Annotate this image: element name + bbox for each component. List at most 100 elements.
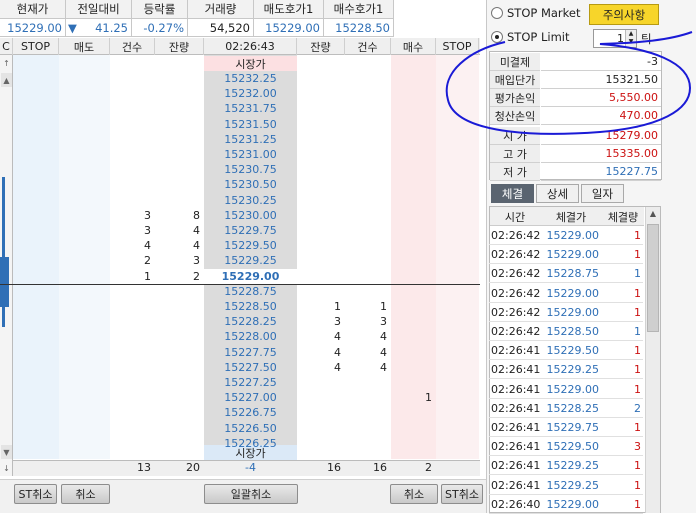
- price-cell[interactable]: 15231.00: [204, 147, 297, 162]
- price-cell[interactable]: 15231.75: [204, 101, 297, 116]
- trade-qty: 1: [634, 248, 641, 262]
- price-cell[interactable]: 15228.25: [204, 314, 297, 329]
- buy-order-cell[interactable]: [391, 193, 436, 208]
- trade-price: 15229.00: [546, 382, 600, 396]
- buy-order-cell[interactable]: [391, 86, 436, 101]
- buy-order-cell[interactable]: [391, 147, 436, 162]
- cancel-left-button[interactable]: 취소: [61, 484, 110, 504]
- stepper-down-icon[interactable]: ▼: [625, 38, 636, 47]
- buy-order-cell[interactable]: [391, 269, 436, 284]
- price-cell[interactable]: 15227.50: [204, 360, 297, 375]
- price-cell[interactable]: 15232.00: [204, 86, 297, 101]
- ask-qty-cell: [155, 117, 204, 132]
- price-cell[interactable]: 15230.25: [204, 193, 297, 208]
- buy-order-cell[interactable]: [391, 375, 436, 390]
- price-cell[interactable]: 15231.25: [204, 132, 297, 147]
- buy-order-cell[interactable]: [391, 405, 436, 420]
- ask1-value: 15229.00: [254, 19, 324, 37]
- tab-daily[interactable]: 일자: [581, 184, 624, 203]
- st-cancel-left-button[interactable]: ST취소: [14, 484, 57, 504]
- sell-stop-column[interactable]: [13, 55, 59, 459]
- buy-order-cell[interactable]: [391, 132, 436, 147]
- change-value: 41.25: [95, 20, 128, 35]
- current-price: 15229.00: [0, 19, 66, 37]
- stop-limit-radio[interactable]: [491, 31, 503, 43]
- cancel-right-button[interactable]: 취소: [390, 484, 438, 504]
- buy-order-cell[interactable]: [391, 162, 436, 177]
- price-cell[interactable]: 15226.25: [204, 436, 297, 451]
- trade-qty: 1: [634, 229, 641, 242]
- stepper-up-icon[interactable]: ▲: [625, 30, 636, 38]
- price-cell[interactable]: 15227.25: [204, 375, 297, 390]
- trade-row: 02:26:41 15229.25 1: [489, 360, 643, 380]
- trade-price: 15228.50: [546, 325, 600, 338]
- price-cell[interactable]: 15231.50: [204, 117, 297, 132]
- bid-qty-cell: [297, 253, 345, 268]
- buy-order-cell[interactable]: [391, 223, 436, 238]
- buy-order-cell[interactable]: [391, 345, 436, 360]
- cancel-all-button[interactable]: 일괄취소: [204, 484, 298, 504]
- ask-qty-cell: [155, 421, 204, 436]
- price-cell[interactable]: 15232.25: [204, 71, 297, 86]
- st-cancel-right-button[interactable]: ST취소: [441, 484, 483, 504]
- price-cell[interactable]: 15230.50: [204, 177, 297, 192]
- ask-qty-cell: [155, 360, 204, 375]
- buy-order-cell[interactable]: [391, 360, 436, 375]
- buy-order-cell[interactable]: [391, 299, 436, 314]
- price-cell[interactable]: 15228.50: [204, 299, 297, 314]
- price-cell[interactable]: 15228.00: [204, 329, 297, 344]
- price-cell[interactable]: 15229.50: [204, 238, 297, 253]
- price-cell[interactable]: 15230.00: [204, 208, 297, 223]
- buy-order-cell[interactable]: [391, 284, 436, 299]
- ask-qty-cell: 2: [193, 270, 200, 283]
- buy-order-cell[interactable]: [391, 253, 436, 268]
- tab-executions[interactable]: 체결: [491, 184, 534, 203]
- ask-qty-cell: [155, 193, 204, 208]
- ask-count-cell: [110, 132, 155, 147]
- price-cell[interactable]: 15229.00: [204, 269, 297, 284]
- scroll-up-arrow-icon[interactable]: ▲: [1, 73, 12, 87]
- price-cell[interactable]: 15229.25: [204, 253, 297, 268]
- price-cell[interactable]: 15228.75: [204, 284, 297, 299]
- buy-stop-column[interactable]: [436, 55, 479, 459]
- bid-ask-divider: [0, 284, 480, 285]
- buy-order-cell[interactable]: [391, 421, 436, 436]
- price-cell[interactable]: 15227.75: [204, 345, 297, 360]
- buy-order-cell[interactable]: [391, 177, 436, 192]
- trade-row: 02:26:42 15229.00 1: [489, 245, 643, 265]
- buy-order-cell[interactable]: [391, 436, 436, 451]
- trades-scrollbar[interactable]: ▲: [645, 207, 660, 513]
- position-label: 미결제: [490, 53, 540, 71]
- buy-order-cell[interactable]: [391, 314, 436, 329]
- buy-order-cell[interactable]: [391, 238, 436, 253]
- buy-order-cell[interactable]: [391, 71, 436, 86]
- caution-button[interactable]: 주의사항: [589, 4, 659, 25]
- bid-qty-cell: 4: [334, 330, 341, 343]
- scroll-down-icon[interactable]: ↓: [1, 461, 12, 475]
- tick-stepper[interactable]: 1 ▲ ▼: [593, 29, 637, 48]
- bid-qty-cell: [297, 71, 345, 86]
- change-rate: -0.27%: [132, 19, 188, 37]
- stop-market-radio[interactable]: [491, 7, 503, 19]
- price-cell[interactable]: 15229.75: [204, 223, 297, 238]
- price-cell[interactable]: 15226.75: [204, 405, 297, 420]
- price-cell[interactable]: 15226.50: [204, 421, 297, 436]
- trade-qty: 1: [634, 421, 641, 434]
- tab-detail[interactable]: 상세: [536, 184, 579, 203]
- trade-qty: 2: [634, 401, 641, 415]
- buy-order-cell[interactable]: [391, 101, 436, 116]
- sell-order-column[interactable]: [59, 55, 110, 459]
- trade-row: 02:26:42 15229.00 1: [489, 303, 643, 322]
- market-price-top[interactable]: 시장가: [204, 56, 297, 71]
- scrollbar-thumb[interactable]: [647, 224, 659, 332]
- scroll-up-icon[interactable]: ↑: [1, 56, 12, 70]
- trade-qty: 1: [634, 459, 641, 473]
- scroll-up-arrow-icon[interactable]: ▲: [648, 209, 658, 221]
- price-cell[interactable]: 15227.00: [204, 390, 297, 405]
- price-cell[interactable]: 15230.75: [204, 162, 297, 177]
- buy-order-cell[interactable]: [391, 208, 436, 223]
- buy-order-cell[interactable]: 1: [391, 390, 436, 405]
- scroll-down-arrow-icon[interactable]: ▼: [1, 445, 12, 459]
- buy-order-cell[interactable]: [391, 329, 436, 344]
- buy-order-cell[interactable]: [391, 117, 436, 132]
